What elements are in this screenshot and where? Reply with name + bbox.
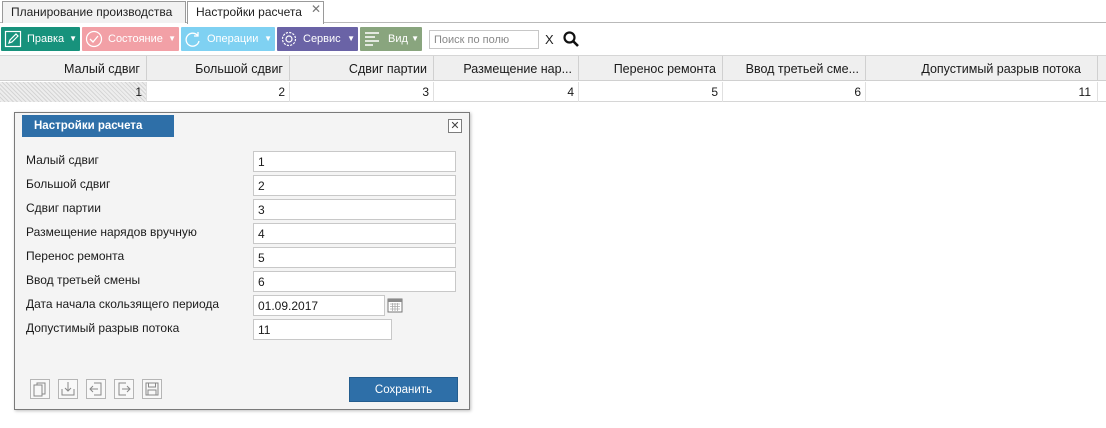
search-input[interactable]: [429, 30, 539, 49]
save-button[interactable]: Сохранить: [349, 377, 458, 402]
save-disk-icon[interactable]: [142, 379, 162, 399]
field-label: Допустимый разрыв потока: [26, 321, 180, 335]
field-label: Большой сдвиг: [26, 177, 111, 191]
service-menu-button[interactable]: Сервис ▼: [277, 27, 358, 51]
column-header[interactable]: Сдвиг партии: [290, 56, 434, 81]
table-cell[interactable]: 11: [866, 82, 1098, 102]
table-cell[interactable]: 1: [0, 82, 147, 102]
column-header[interactable]: Большой сдвиг: [147, 56, 290, 81]
close-icon[interactable]: ✕: [448, 119, 462, 133]
field-label: Сдвиг партии: [26, 201, 101, 215]
column-header[interactable]: Размещение нар...: [434, 56, 579, 81]
large-shift-field[interactable]: 2: [253, 175, 456, 196]
allowed-flow-gap-field[interactable]: 11: [253, 319, 392, 340]
table-row[interactable]: 1 2 3 4 5 6 11: [0, 82, 1106, 102]
batch-shift-field[interactable]: 3: [253, 199, 456, 220]
column-header[interactable]: Ввод третьей сме...: [723, 56, 866, 81]
table-cell[interactable]: 6: [723, 82, 866, 102]
tab-label: Планирование производства: [11, 5, 173, 19]
dialog-title: Настройки расчета: [22, 115, 174, 137]
view-label: Вид: [388, 33, 408, 45]
close-icon[interactable]: ✕: [311, 0, 321, 19]
toolbar: Правка ▼ Состояние ▼ Операции ▼ Сервис ▼…: [0, 26, 1106, 52]
grid-header: Малый сдвиг Большой сдвиг Сдвиг партии Р…: [0, 55, 1106, 81]
settings-dialog: Настройки расчета ✕ Малый сдвиг 1 Большо…: [14, 112, 470, 410]
caret-down-icon: ▼: [264, 34, 272, 43]
tab-production-planning[interactable]: Планирование производства: [2, 1, 186, 23]
table-cell[interactable]: 4: [434, 82, 579, 102]
clear-search-button[interactable]: X: [545, 32, 554, 47]
calendar-icon[interactable]: [387, 297, 403, 313]
field-label: Ввод третьей смены: [26, 273, 141, 287]
field-label: Дата начала скользящего периода: [26, 297, 220, 311]
field-label: Перенос ремонта: [26, 249, 125, 263]
state-label: Состояние: [108, 33, 163, 45]
operations-menu-button[interactable]: Операции ▼: [181, 27, 275, 51]
operations-label: Операции: [207, 33, 259, 45]
check-circle-icon: [85, 30, 103, 48]
caret-down-icon: ▼: [411, 34, 419, 43]
field-label: Малый сдвиг: [26, 153, 99, 167]
service-label: Сервис: [303, 33, 341, 45]
period-start-date-field[interactable]: 01.09.2017: [253, 295, 385, 316]
field-label: Размещение нарядов вручную: [26, 225, 197, 239]
list-icon: [365, 32, 379, 46]
table-cell[interactable]: 5: [579, 82, 723, 102]
column-header[interactable]: Малый сдвиг: [0, 56, 147, 81]
tab-bar: Планирование производства Настройки расч…: [0, 0, 1106, 24]
caret-down-icon: ▼: [168, 34, 176, 43]
table-cell[interactable]: 3: [290, 82, 434, 102]
refresh-icon: [185, 32, 200, 47]
column-header[interactable]: Перенос ремонта: [579, 56, 723, 81]
column-header[interactable]: Допустимый разрыв потока: [866, 56, 1098, 81]
import-icon[interactable]: [58, 379, 78, 399]
copy-icon[interactable]: [30, 379, 50, 399]
edit-menu-button[interactable]: Правка ▼: [1, 27, 80, 51]
table-cell[interactable]: 2: [147, 82, 290, 102]
export-icon[interactable]: [114, 379, 134, 399]
move-left-icon[interactable]: [86, 379, 106, 399]
state-menu-button[interactable]: Состояние ▼: [82, 27, 179, 51]
view-menu-button[interactable]: Вид ▼: [360, 27, 422, 51]
caret-down-icon: ▼: [69, 34, 77, 43]
search-icon[interactable]: [562, 30, 580, 48]
tab-calculation-settings[interactable]: Настройки расчета ✕: [187, 1, 324, 24]
small-shift-field[interactable]: 1: [253, 151, 456, 172]
tab-label: Настройки расчета: [196, 5, 302, 19]
pencil-icon: [4, 30, 22, 48]
gear-icon: [281, 31, 297, 47]
repair-transfer-field[interactable]: 5: [253, 247, 456, 268]
manual-orders-field[interactable]: 4: [253, 223, 456, 244]
third-shift-field[interactable]: 6: [253, 271, 456, 292]
edit-label: Правка: [27, 33, 65, 45]
caret-down-icon: ▼: [347, 34, 355, 43]
